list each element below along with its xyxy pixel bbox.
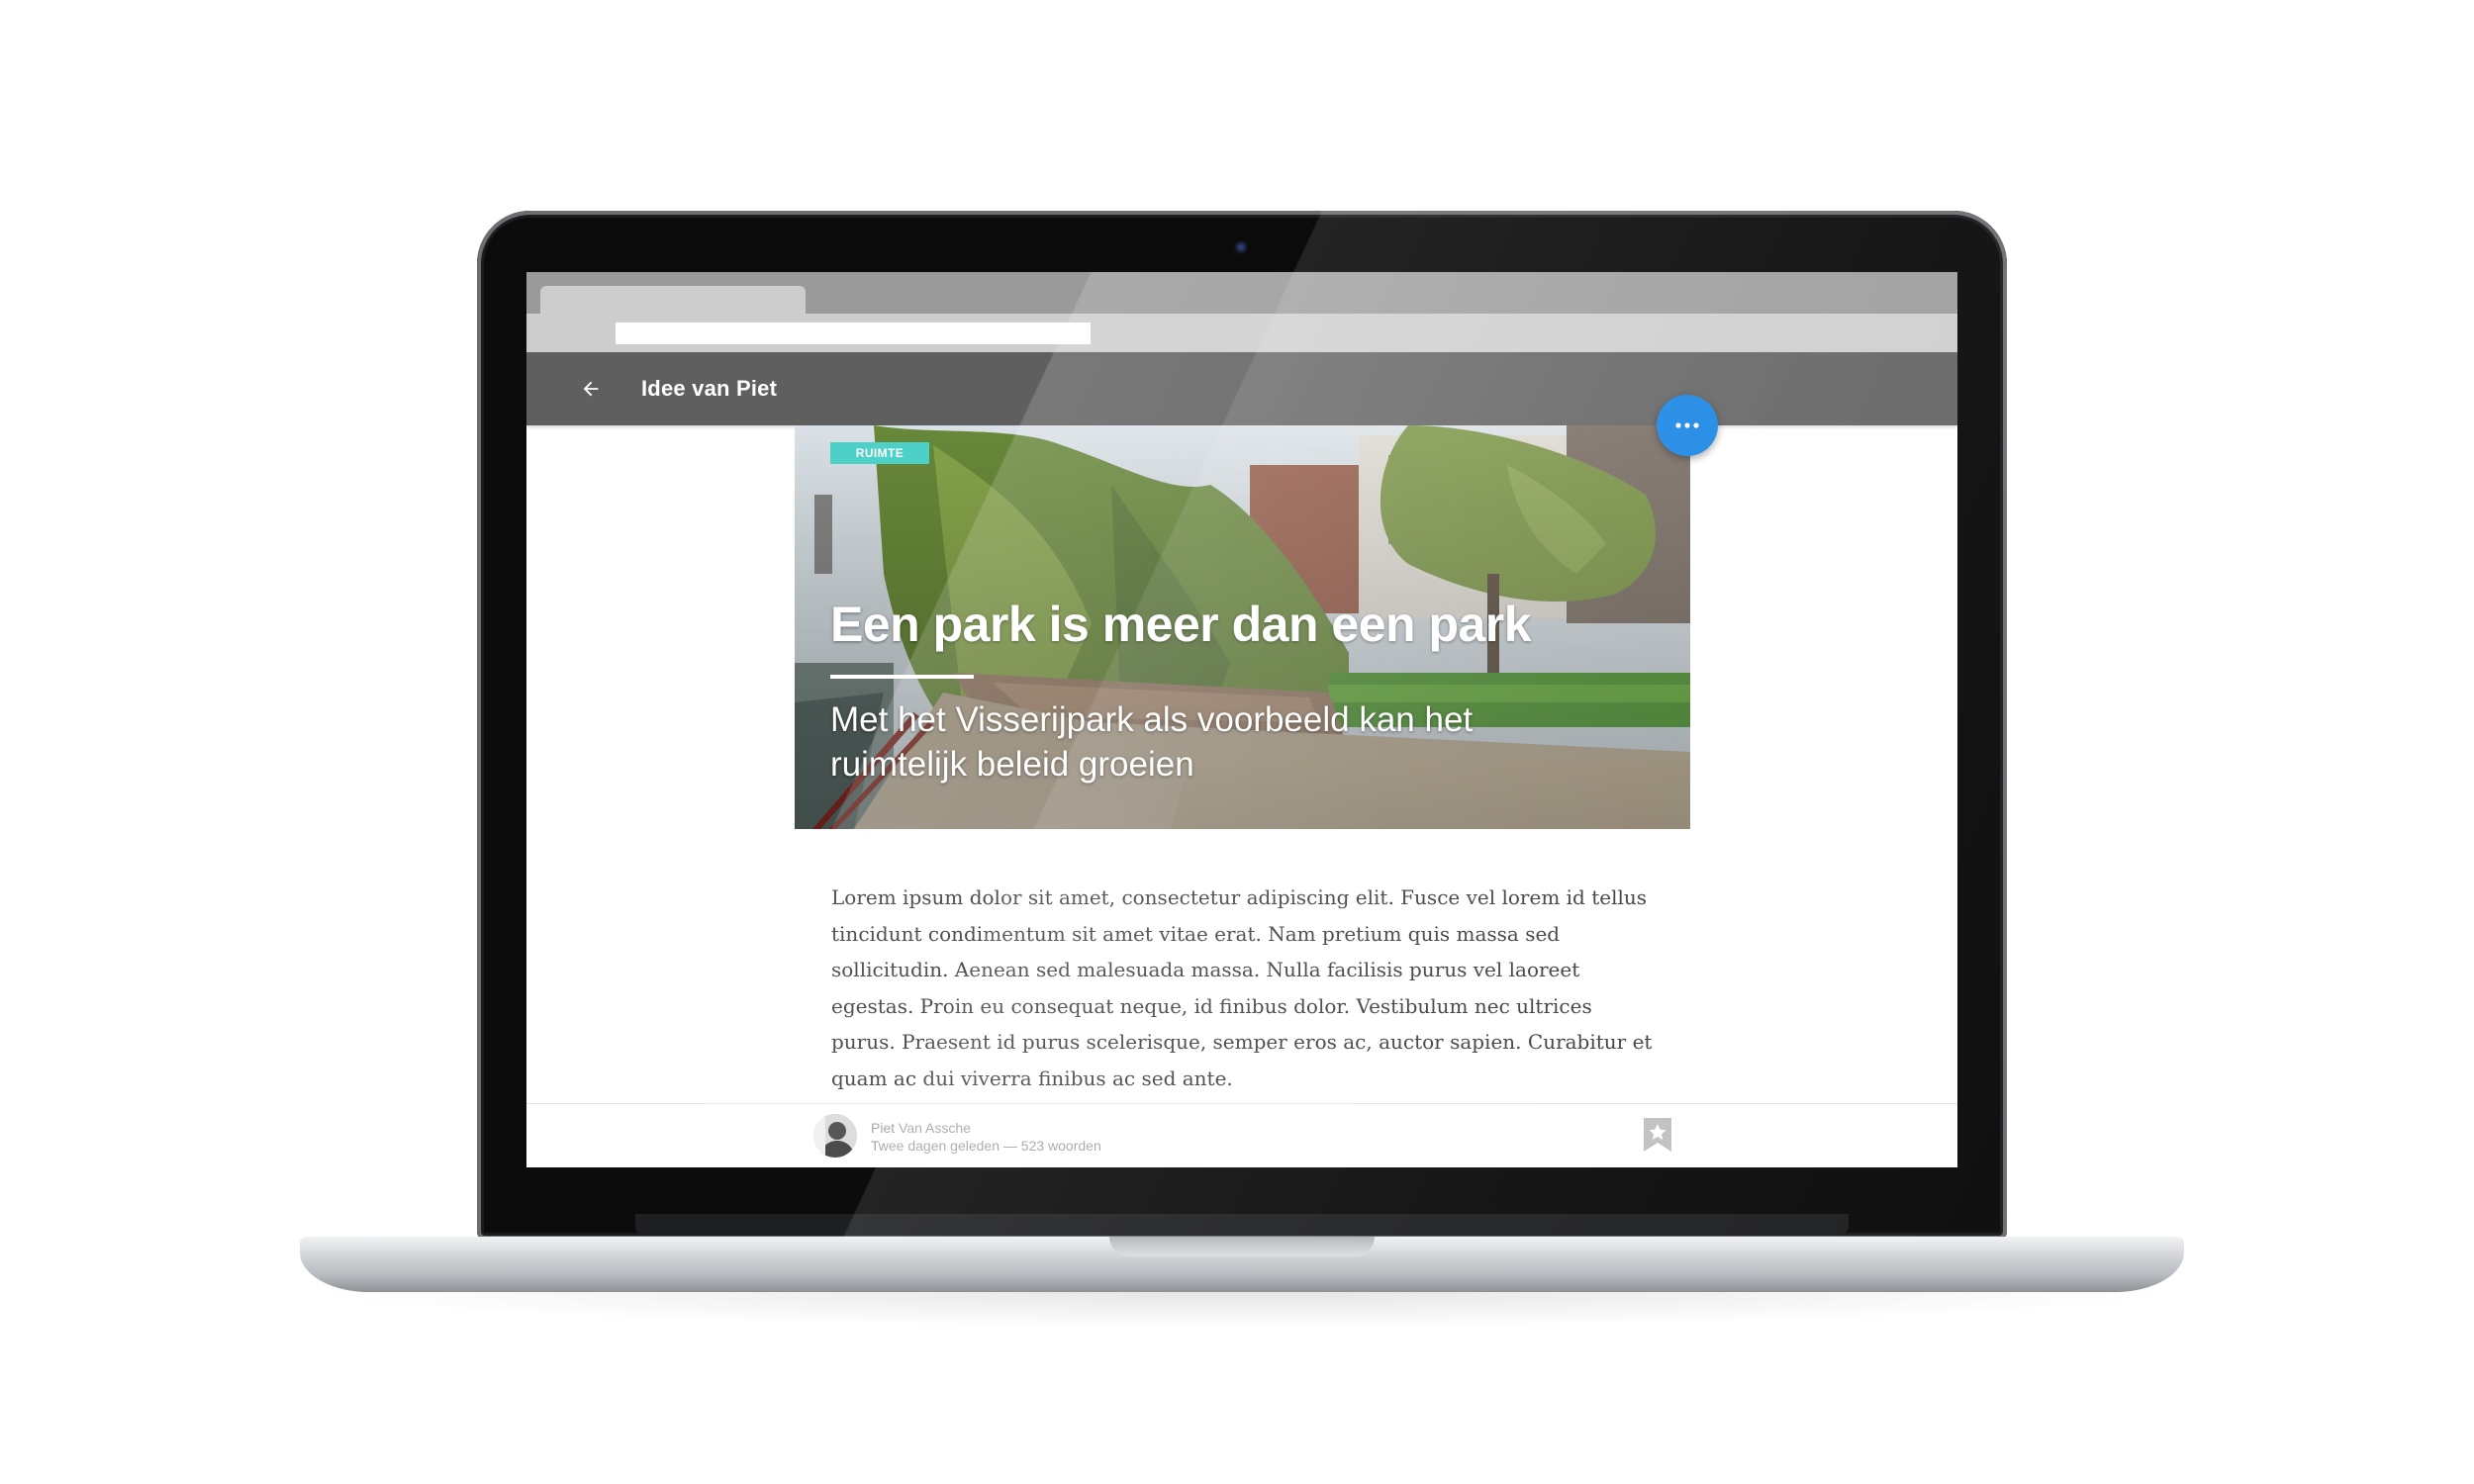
laptop-lid: Idee van Piet RUIMTE Een park is meer da… [477, 211, 2007, 1240]
more-options-button[interactable] [1657, 395, 1718, 456]
base-shadow [297, 1292, 2187, 1328]
browser-tab[interactable] [540, 286, 806, 314]
hero-card[interactable]: RUIMTE Een park is meer dan een park Met… [795, 425, 1690, 829]
article-body: Lorem ipsum dolor sit amet, consectetur … [831, 885, 1653, 1090]
webcam [1234, 240, 1248, 254]
avatar-photo [813, 1114, 857, 1158]
lid-bottom-bar [635, 1214, 1849, 1236]
browser-toolbar [526, 314, 1957, 352]
author-name[interactable]: Piet Van Assche [871, 1120, 971, 1136]
laptop-base [300, 1237, 2184, 1292]
arrow-left-icon [583, 381, 599, 397]
app-bar: Idee van Piet [526, 352, 1957, 425]
more-horizontal-icon [1675, 422, 1699, 428]
title-divider [830, 675, 974, 679]
article-title: Een park is meer dan een park [830, 597, 1532, 652]
post-meta: Twee dagen geleden — 523 woorden [871, 1138, 1101, 1154]
article-subtitle: Met het Visserijpark als voorbeeld kan h… [830, 700, 1474, 784]
browser-tabstrip [526, 272, 1957, 314]
address-bar[interactable] [616, 323, 1091, 344]
author-avatar[interactable] [813, 1114, 857, 1158]
back-button[interactable] [572, 370, 610, 408]
bookmark-button[interactable] [1643, 1118, 1672, 1152]
screen: Idee van Piet RUIMTE Een park is meer da… [526, 272, 1957, 1167]
article-footer: Piet Van Assche Twee dagen geleden — 523… [526, 1103, 1957, 1167]
category-tag[interactable]: RUIMTE [830, 442, 929, 464]
page-title: Idee van Piet [641, 376, 778, 401]
bookmark-star-icon [1644, 1118, 1671, 1152]
base-notch [1109, 1237, 1375, 1256]
